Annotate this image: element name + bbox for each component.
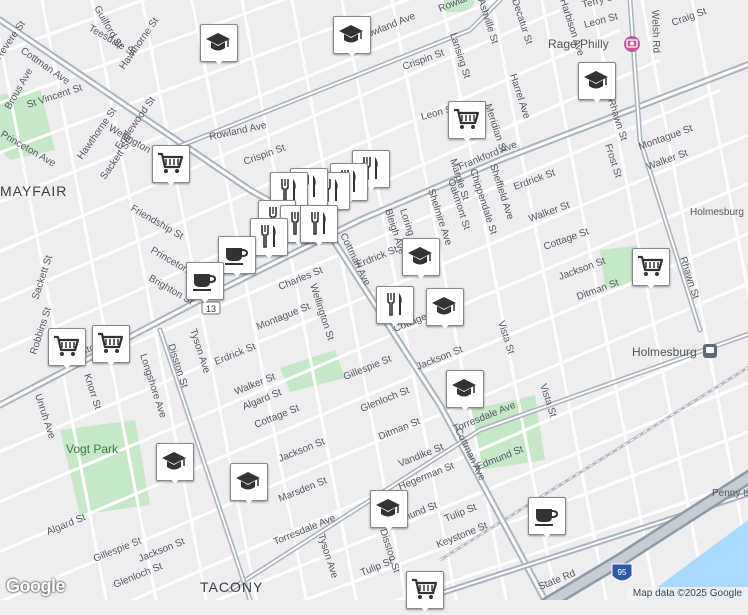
school-icon (430, 292, 458, 320)
school-icon (337, 20, 365, 48)
shopping-cart-icon (452, 105, 480, 133)
shopping-cart-icon (156, 149, 184, 177)
school-icon (204, 28, 232, 56)
marker-pointer (165, 179, 177, 186)
restaurant-icon (380, 290, 408, 318)
marker-pointer (213, 58, 225, 65)
grocery-marker[interactable] (406, 571, 444, 615)
school-marker[interactable] (426, 288, 464, 332)
marker-pointer (243, 497, 255, 504)
school-marker[interactable] (402, 238, 440, 282)
school-marker[interactable] (333, 16, 371, 60)
poi-label: Holmesburg (632, 345, 697, 359)
school-icon (450, 374, 478, 402)
school-marker[interactable] (200, 24, 238, 68)
neighborhood-label: Penny the D (712, 488, 748, 499)
marker-pointer (263, 252, 275, 259)
school-icon (234, 467, 262, 495)
school-icon (582, 66, 610, 94)
school-icon (160, 447, 188, 475)
map-attribution: Map data ©2025 Google (626, 587, 748, 600)
shopping-cart-icon (636, 252, 664, 280)
restaurant-marker[interactable] (376, 286, 414, 330)
coffee-cup-icon (222, 240, 250, 268)
restaurant-marker[interactable] (300, 205, 338, 249)
grocery-marker[interactable] (448, 101, 486, 145)
marker-pointer (541, 531, 553, 538)
marker-pointer (313, 239, 325, 246)
coffee-cup-icon (532, 501, 560, 529)
school-marker[interactable] (370, 490, 408, 534)
neighborhood-label: Holmesburg (690, 207, 744, 218)
school-marker[interactable] (230, 463, 268, 507)
marker-pointer (231, 270, 243, 277)
marker-pointer (61, 362, 73, 369)
marker-pointer (461, 135, 473, 142)
grocery-marker[interactable] (92, 325, 130, 369)
shield-label: 95 (618, 568, 627, 577)
neighborhood-label: TACONY (200, 579, 263, 595)
park-label: Vogt Park (66, 442, 119, 456)
marker-pointer (645, 282, 657, 289)
marker-pointer (419, 605, 431, 612)
shopping-cart-icon (52, 332, 80, 360)
marker-pointer (459, 404, 471, 411)
coffee-cup-icon (190, 266, 218, 294)
school-icon (406, 242, 434, 270)
grocery-marker[interactable] (48, 328, 86, 372)
shopping-cart-icon (96, 329, 124, 357)
cafe-marker[interactable] (528, 497, 566, 541)
restaurant-icon (254, 222, 282, 250)
marker-pointer (591, 96, 603, 103)
marker-pointer (346, 50, 358, 57)
shopping-cart-icon (410, 575, 438, 603)
neighborhood-label: MAYFAIR (0, 183, 67, 199)
google-logo: Google (6, 576, 66, 596)
school-marker[interactable] (578, 62, 616, 106)
i95-shield: 95 (611, 563, 633, 582)
school-marker[interactable] (446, 370, 484, 414)
marker-pointer (383, 524, 395, 531)
marker-pointer (439, 322, 451, 329)
train-station-icon[interactable] (703, 344, 717, 358)
grocery-marker[interactable] (152, 145, 190, 189)
school-marker[interactable] (156, 443, 194, 487)
street-label: Welsh Rd (649, 10, 662, 54)
poi-label: Rage Philly (548, 37, 609, 51)
cafe-marker[interactable] (186, 262, 224, 306)
camera-icon[interactable] (624, 36, 640, 52)
restaurant-icon (304, 209, 332, 237)
grocery-marker[interactable] (632, 248, 670, 292)
school-icon (374, 494, 402, 522)
marker-pointer (199, 296, 211, 303)
marker-pointer (169, 477, 181, 484)
marker-pointer (105, 359, 117, 366)
marker-pointer (415, 272, 427, 279)
marker-pointer (389, 320, 401, 327)
